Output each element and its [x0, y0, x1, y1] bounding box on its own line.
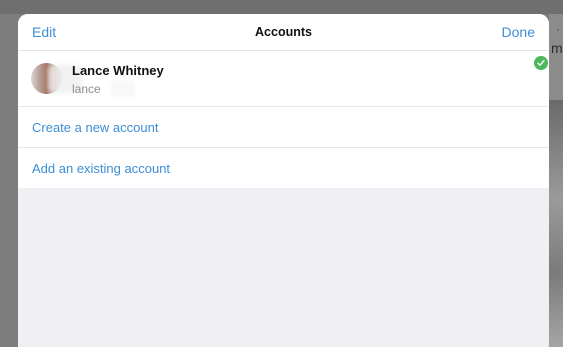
background-top-bar [0, 0, 563, 14]
account-name: Lance Whitney [72, 63, 164, 78]
add-account-row[interactable]: Add an existing account [18, 148, 549, 188]
checkmark-icon [534, 56, 548, 70]
background-partial-text: me [551, 40, 563, 56]
create-account-link[interactable]: Create a new account [32, 120, 158, 135]
accounts-sheet: Edit Accounts Done Lance Whitney lance C… [18, 14, 549, 347]
account-row[interactable]: Lance Whitney lance [18, 51, 549, 107]
done-button[interactable]: Done [502, 24, 535, 40]
add-account-link[interactable]: Add an existing account [32, 161, 170, 176]
create-account-row[interactable]: Create a new account [18, 107, 549, 148]
accounts-list: Lance Whitney lance Create a new account… [18, 51, 549, 188]
navigation-bar: Edit Accounts Done [18, 14, 549, 51]
account-email: lance [72, 82, 101, 96]
email-redaction [111, 81, 135, 98]
background-ellipsis: · [556, 22, 560, 36]
page-title: Accounts [255, 25, 312, 39]
background-photo [549, 100, 563, 347]
